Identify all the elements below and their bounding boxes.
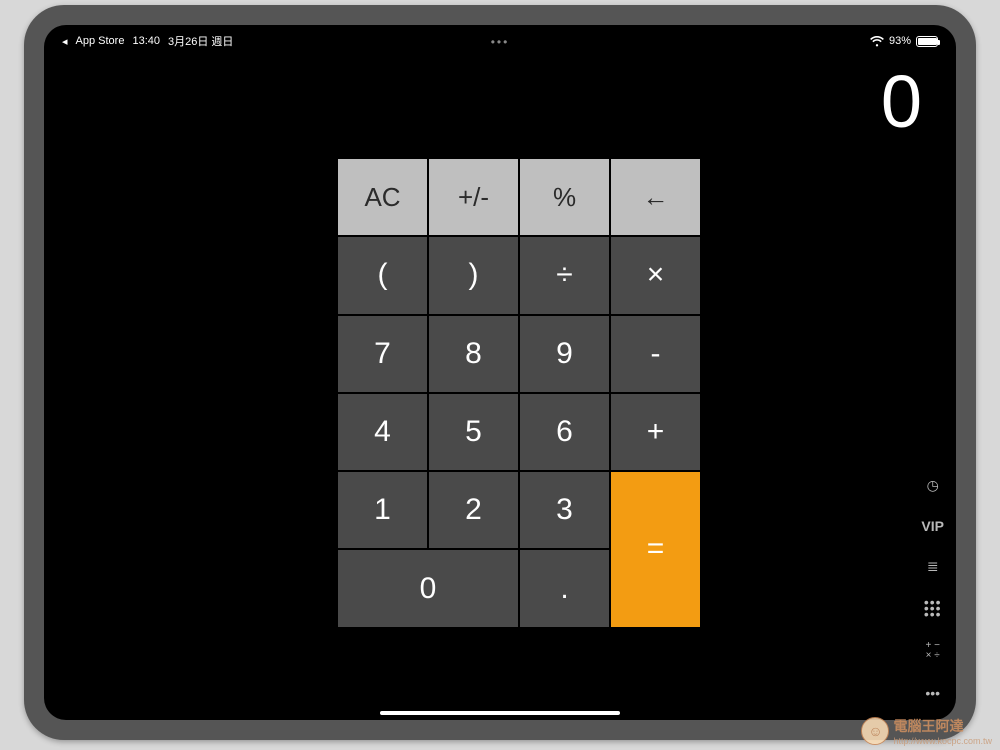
key-9[interactable]: 9 (520, 316, 609, 392)
key-percent[interactable]: % (520, 159, 609, 235)
watermark-title: 電腦王阿達 (893, 718, 963, 734)
key-divide[interactable]: ÷ (520, 237, 609, 313)
key-sign[interactable]: +/- (429, 159, 518, 235)
wifi-icon (870, 36, 884, 47)
tablet-frame: ◂ App Store 13:40 3月26日 週日 93% ••• 0 AC … (24, 5, 976, 740)
multitask-dots-icon[interactable]: ••• (491, 35, 510, 49)
battery-icon (916, 36, 938, 47)
battery-percent: 93% (889, 35, 911, 47)
status-date: 3月26日 週日 (168, 33, 233, 49)
key-3[interactable]: 3 (520, 472, 609, 548)
keypad: AC +/- % ← ( ) ÷ × 7 8 9 - 4 5 6 + 1 2 3… (338, 159, 700, 705)
watermark: ☺ 電腦王阿達 http://www.kocpc.com.tw (861, 716, 992, 746)
back-chevron-icon[interactable]: ◂ (62, 35, 68, 48)
tool-vip[interactable]: VIP (921, 518, 944, 534)
screen: ◂ App Store 13:40 3月26日 週日 93% ••• 0 AC … (44, 25, 956, 720)
key-6[interactable]: 6 (520, 394, 609, 470)
side-toolbar: ◷ VIP ≣ ••••••••• + −× ÷ ••• (921, 477, 944, 701)
key-0[interactable]: 0 (338, 550, 518, 626)
key-8[interactable]: 8 (429, 316, 518, 392)
key-minus[interactable]: - (611, 316, 700, 392)
tool-list-icon[interactable]: ≣ (927, 558, 939, 575)
home-indicator[interactable] (380, 711, 620, 715)
key-7[interactable]: 7 (338, 316, 427, 392)
key-multiply[interactable]: × (611, 237, 700, 313)
key-plus[interactable]: + (611, 394, 700, 470)
tool-grid-icon[interactable]: ••••••••• (924, 599, 942, 617)
tool-clock-icon[interactable]: ◷ (927, 477, 939, 494)
key-backspace[interactable]: ← (611, 159, 700, 235)
key-lparen[interactable]: ( (338, 237, 427, 313)
status-time: 13:40 (132, 35, 160, 47)
battery-fill (918, 38, 937, 45)
key-2[interactable]: 2 (429, 472, 518, 548)
key-rparen[interactable]: ) (429, 237, 518, 313)
key-dot[interactable]: . (520, 550, 609, 626)
key-ac[interactable]: AC (338, 159, 427, 235)
tool-scientific-icon[interactable]: + −× ÷ (925, 641, 939, 661)
key-4[interactable]: 4 (338, 394, 427, 470)
key-1[interactable]: 1 (338, 472, 427, 548)
key-equals[interactable]: = (611, 472, 700, 627)
tool-more-icon[interactable]: ••• (925, 685, 940, 701)
watermark-face-icon: ☺ (861, 717, 889, 745)
key-5[interactable]: 5 (429, 394, 518, 470)
back-app-label[interactable]: App Store (76, 35, 125, 47)
calc-display: 0 (44, 65, 922, 139)
watermark-sub: http://www.kocpc.com.tw (893, 736, 992, 746)
